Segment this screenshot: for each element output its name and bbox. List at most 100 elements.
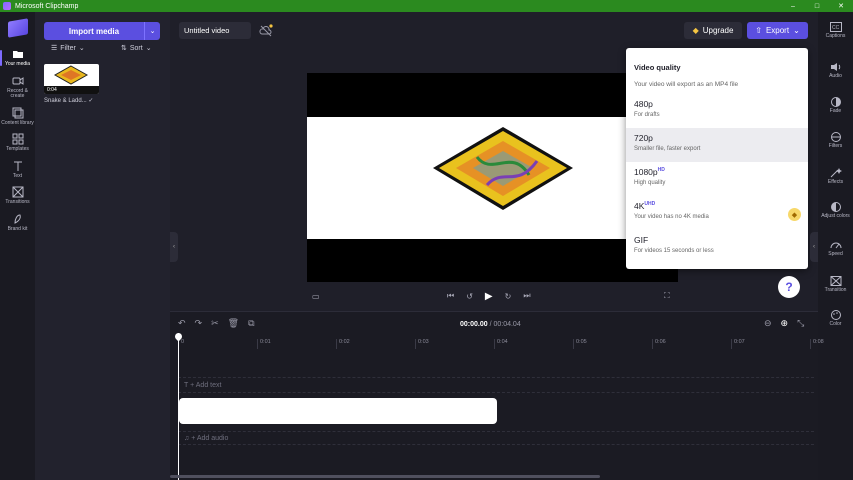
fullscreen-icon[interactable]: ⛶ [664, 290, 670, 302]
quality-name-row: 1080pHD [634, 167, 800, 177]
quality-description: Your video has no 4K media [634, 214, 709, 220]
nav-label: Your media [4, 61, 31, 67]
timeline-zoom-tools: ⊖ ⊕ ⤡ [764, 318, 804, 329]
maximize-button[interactable]: □ [805, 0, 829, 12]
sort-label: Sort [129, 44, 143, 52]
transitions-icon [12, 186, 23, 198]
ruler-tick: 0:06 [652, 339, 666, 349]
svg-text:CC: CC [832, 25, 840, 31]
quality-name: 4K [634, 201, 645, 211]
duplicate-icon[interactable]: ⧉ [248, 318, 254, 329]
current-time: 00:00.00 [460, 321, 488, 328]
panel-transition[interactable]: Transition [818, 276, 853, 294]
panel-label: Filters [828, 143, 843, 149]
panel-label: Effects [827, 179, 844, 185]
media-thumbnail[interactable]: 0:04 [44, 64, 99, 94]
collapse-right-panel-button[interactable]: ‹ [810, 232, 818, 262]
panel-filters[interactable]: Filters [818, 132, 853, 150]
video-preview-canvas[interactable] [307, 73, 678, 282]
split-scissors-icon[interactable]: ✂ [211, 318, 219, 329]
dropdown-heading: Video quality [634, 63, 681, 72]
nav-brand-kit[interactable]: Brand kit [0, 209, 35, 236]
panel-captions[interactable]: CC Captions [818, 22, 853, 40]
filter-icon: ☰ [51, 45, 58, 52]
nav-text[interactable]: Text [0, 156, 35, 183]
playback-controls: ⏮ ↺ ▶ ↻ ⏭ [447, 290, 531, 302]
timeline-scrollbar[interactable] [170, 475, 600, 478]
play-icon[interactable]: ▶ [485, 291, 493, 302]
nav-record-create[interactable]: Record & create [0, 71, 35, 103]
nav-transitions[interactable]: Transitions [0, 182, 35, 209]
minimize-button[interactable]: – [781, 0, 805, 12]
upgrade-button[interactable]: ◆ Upgrade [684, 22, 742, 39]
cloud-sync-off-icon[interactable] [259, 24, 273, 38]
panel-speed[interactable]: Speed [818, 240, 853, 258]
quality-name-row: 4KUHD [634, 201, 800, 211]
filter-button[interactable]: ☰ Filter ⌄ [51, 44, 85, 53]
panel-adjust-colors[interactable]: Adjust colors [818, 202, 853, 220]
filters-icon [830, 132, 841, 142]
folder-icon [12, 51, 23, 58]
quality-option-1080p[interactable]: 1080pHD High quality [626, 162, 808, 196]
quality-option-480p[interactable]: 480p For drafts [626, 94, 808, 128]
media-panel: Import media ⌄ ☰ Filter ⌄ ⇅ Sort ⌄ 0:04 … [35, 12, 170, 480]
panel-fade[interactable]: Fade [818, 97, 853, 115]
quality-option-720p[interactable]: 720p Smaller file, faster export [626, 128, 808, 162]
fit-timeline-icon[interactable]: ⤡ [797, 318, 804, 329]
text-track[interactable]: T + Add text [178, 377, 814, 393]
export-label: Export [765, 26, 790, 35]
undo-icon[interactable]: ↶ [178, 318, 186, 329]
chevron-down-icon: ⌄ [78, 45, 85, 52]
panel-audio[interactable]: Audio [818, 62, 853, 80]
video-title-input[interactable]: Untitled video [179, 22, 251, 39]
audio-track[interactable]: ♫ + Add audio [178, 431, 814, 445]
quality-description: For drafts [634, 112, 660, 118]
video-frame [307, 117, 678, 239]
delete-trash-icon[interactable]: 🗑 [228, 318, 239, 329]
sort-button[interactable]: ⇅ Sort ⌄ [121, 44, 152, 53]
quality-option-gif[interactable]: GIF For videos 15 seconds or less [626, 230, 808, 264]
quality-option-4k[interactable]: 4KUHD Your video has no 4K media ◆ [626, 196, 808, 230]
filter-label: Filter [60, 44, 76, 52]
zoom-out-icon[interactable]: ⊖ [764, 318, 772, 329]
rewind-5s-icon[interactable]: ↺ [466, 292, 473, 301]
thumbnail-name: Snake & Ladd... ✓ [44, 98, 94, 104]
export-button[interactable]: ⇧ Export ⌄ [747, 22, 808, 39]
close-button[interactable]: ✕ [829, 0, 853, 12]
music-note-icon: ♫ [184, 435, 190, 442]
adjust-colors-icon [830, 202, 841, 212]
panel-label: Speed [828, 251, 843, 257]
timecode: 00:00.00 / 00:04.04 [460, 321, 521, 328]
playhead[interactable] [178, 333, 179, 480]
templates-icon [12, 133, 23, 145]
panel-effects[interactable]: Effects [818, 168, 853, 186]
captions-icon: CC [829, 22, 842, 32]
zoom-in-icon[interactable]: ⊕ [781, 318, 789, 329]
timeline-ruler[interactable]: 0 0:01 0:02 0:03 0:04 0:05 0:06 0:07 0:0… [170, 337, 824, 351]
clipchamp-app-icon [3, 2, 11, 10]
clipchamp-logo-icon [7, 18, 28, 38]
import-media-button[interactable]: Import media ⌄ [44, 22, 160, 40]
nav-templates[interactable]: Templates [0, 129, 35, 156]
nav-your-media[interactable]: Your media [0, 44, 35, 71]
quality-description: Smaller file, faster export [634, 146, 701, 152]
upgrade-label: Upgrade [702, 26, 734, 35]
panel-label: Fade [829, 108, 842, 114]
forward-5s-icon[interactable]: ↻ [505, 292, 512, 301]
nav-content-library[interactable]: Content library [0, 103, 35, 130]
redo-icon[interactable]: ↷ [195, 318, 203, 329]
window-title: Microsoft Clipchamp [15, 2, 79, 10]
skip-forward-icon[interactable]: ⏭ [523, 291, 530, 301]
panel-color[interactable]: Color [818, 310, 853, 328]
skip-back-icon[interactable]: ⏮ [447, 291, 454, 301]
ruler-tick: 0:08 [810, 339, 824, 349]
help-button[interactable]: ? [778, 276, 800, 298]
magic-wand-icon [830, 168, 842, 178]
title-bar: Microsoft Clipchamp – □ ✕ [0, 0, 853, 12]
chevron-down-icon[interactable]: ⌄ [144, 22, 160, 40]
board-game-thumbnail-image [53, 65, 89, 85]
video-clip[interactable] [179, 398, 497, 424]
caption-toggle-icon[interactable]: ▭ [312, 290, 320, 302]
collapse-left-panel-button[interactable]: ‹ [170, 232, 178, 262]
export-quality-dropdown: Video quality Your video will export as … [626, 48, 808, 269]
